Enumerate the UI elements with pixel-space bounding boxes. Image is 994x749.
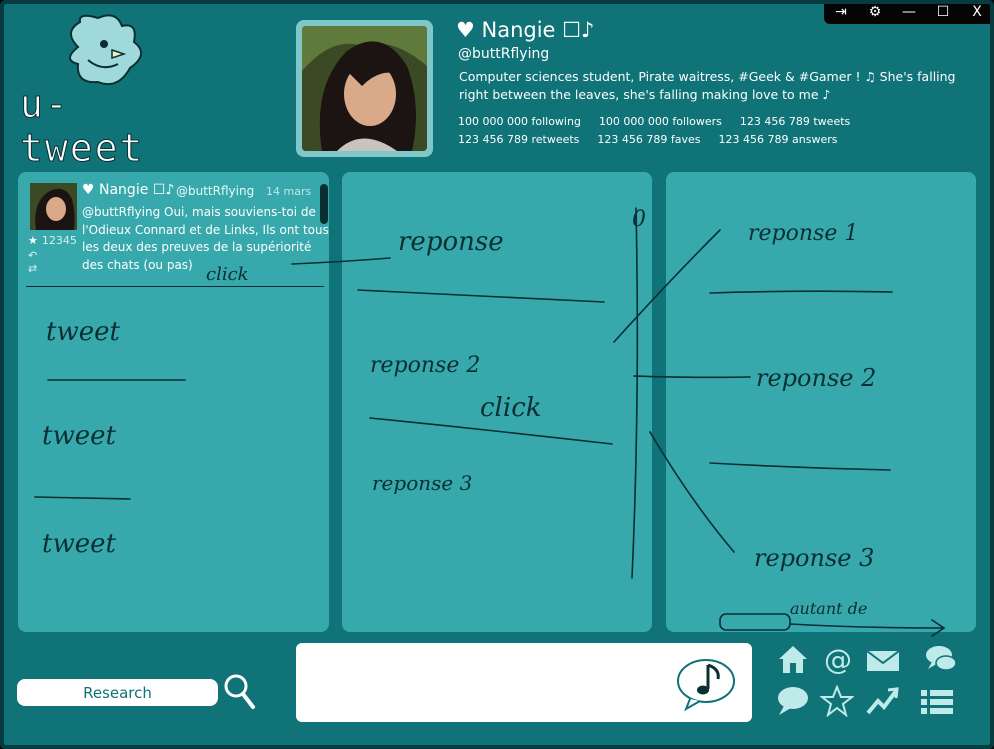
timeline-column: ♥ Nangie ☐♪ @buttRflying 14 mars @buttRf…: [18, 172, 329, 632]
stat-tweets[interactable]: 123 456 789 tweets: [740, 115, 850, 128]
trend-icon[interactable]: [866, 685, 900, 717]
search-button[interactable]: Research: [17, 679, 218, 706]
mail-icon[interactable]: [866, 645, 900, 677]
list-icon[interactable]: [920, 687, 954, 719]
fav-count: 12345: [41, 234, 77, 247]
tweet-avatar[interactable]: [30, 183, 77, 230]
svg-text:@: @: [824, 643, 852, 675]
settings-button[interactable]: ⚙: [863, 4, 887, 20]
search-icon[interactable]: [222, 672, 256, 710]
tweet-composer[interactable]: [296, 643, 752, 722]
tweet-divider: [26, 286, 324, 287]
stat-followers[interactable]: 100 000 000 followers: [599, 115, 722, 128]
tweet-favs[interactable]: ★ 12345: [28, 234, 77, 247]
minimize-button[interactable]: —: [897, 4, 921, 20]
stat-following[interactable]: 100 000 000 following: [458, 115, 581, 128]
maximize-button[interactable]: ☐: [931, 4, 955, 20]
profile-avatar[interactable]: [296, 20, 433, 157]
star-icon: ★: [28, 234, 38, 247]
nav-icons: @: [774, 641, 964, 719]
speech-icon[interactable]: [776, 685, 810, 717]
avatar-image: [302, 26, 427, 151]
profile-stats: 100 000 000 following 100 000 000 follow…: [458, 112, 868, 148]
stat-answers[interactable]: 123 456 789 answers: [719, 133, 838, 146]
tweet-author-handle[interactable]: @buttRflying: [176, 184, 254, 198]
profile-bio: Computer sciences student, Pirate waitre…: [459, 69, 956, 102]
app-window: ⇥ ⚙ — ☐ X u-tweet ♥ Nangie ☐♪ @buttRflyi…: [0, 0, 994, 749]
reply-icon[interactable]: ↶: [28, 249, 77, 262]
logo: u-tweet: [20, 12, 190, 171]
retweet-icon[interactable]: ⇄: [28, 262, 77, 275]
tweet-actions: ★ 12345 ↶ ⇄: [28, 234, 77, 275]
window-controls: ⇥ ⚙ — ☐ X: [824, 0, 994, 24]
star-icon[interactable]: [820, 685, 854, 717]
profile-name: ♥ Nangie ☐♪: [456, 18, 595, 42]
timeline-scrollbar[interactable]: [320, 184, 328, 224]
logo-text: u-tweet: [20, 82, 145, 171]
stat-retweets[interactable]: 123 456 789 retweets: [458, 133, 579, 146]
tweet-text: @buttRflying Oui, mais souviens-toi de l…: [82, 205, 329, 272]
bird-logo-icon: [69, 14, 142, 86]
tweet-author-name: ♥ Nangie ☐♪: [82, 182, 175, 198]
sub-replies-column: [666, 172, 976, 632]
profile-handle[interactable]: @buttRflying: [458, 46, 549, 62]
music-note-icon[interactable]: [676, 655, 740, 711]
stat-faves[interactable]: 123 456 789 faves: [597, 133, 700, 146]
home-icon[interactable]: [776, 643, 810, 675]
at-icon[interactable]: @: [820, 643, 854, 675]
tweet-date: 14 mars: [266, 185, 312, 198]
minimize-to-tray-button[interactable]: ⇥: [829, 4, 853, 20]
chat-bubbles-icon[interactable]: [924, 643, 958, 675]
replies-column: [342, 172, 652, 632]
close-button[interactable]: X: [965, 4, 989, 20]
